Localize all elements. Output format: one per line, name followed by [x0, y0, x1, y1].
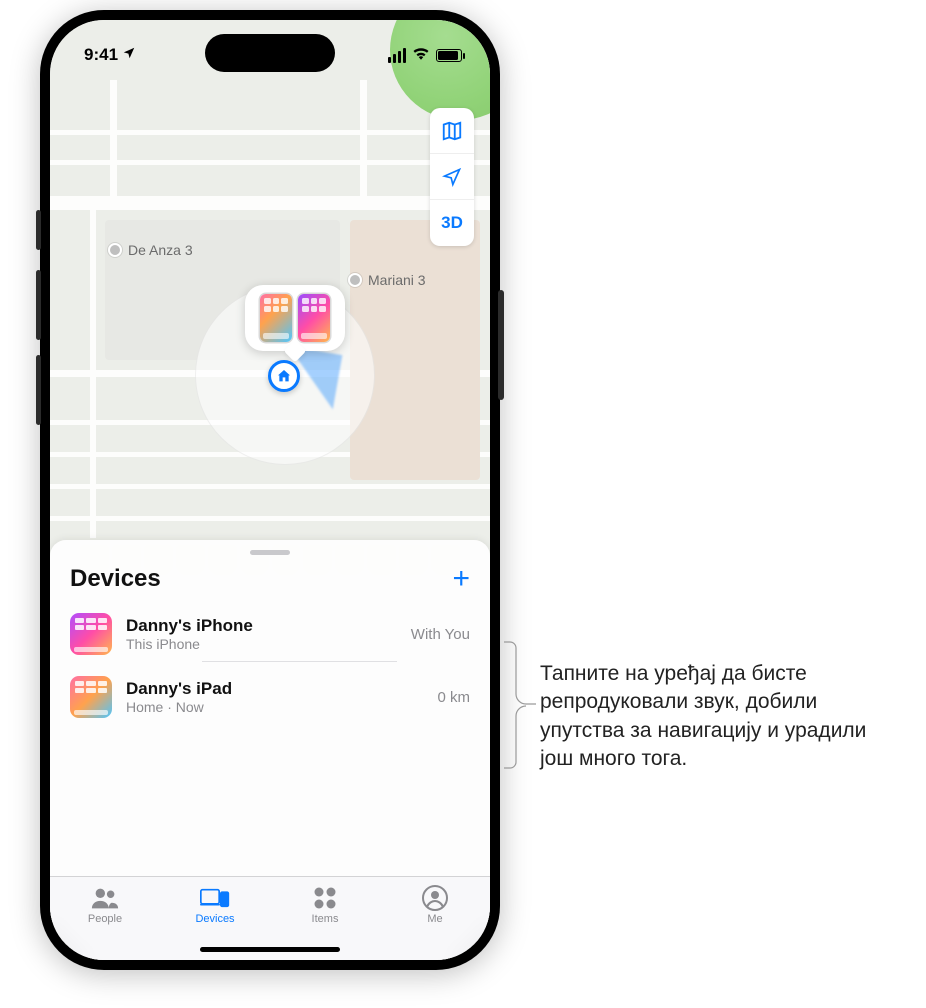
sheet-grabber[interactable]: [250, 550, 290, 555]
tab-label: Items: [312, 913, 339, 925]
device-name: Danny's iPhone: [126, 616, 397, 636]
device-row-iphone[interactable]: Danny's iPhone This iPhone With You: [50, 603, 490, 665]
me-icon: [420, 885, 450, 911]
device-name: Danny's iPad: [126, 679, 423, 699]
poi-dot-icon: [348, 273, 362, 287]
device-row-ipad[interactable]: Danny's iPad Home · Now 0 km: [50, 665, 490, 728]
tab-me[interactable]: Me: [390, 885, 480, 925]
map-poi-label-left: De Anza 3: [108, 242, 193, 258]
tab-label: Me: [427, 913, 442, 925]
devices-icon: [200, 885, 230, 911]
tab-people[interactable]: People: [60, 885, 150, 925]
items-icon: [310, 885, 340, 911]
sheet-title: Devices: [70, 565, 161, 593]
add-device-button[interactable]: +: [452, 569, 470, 589]
screen: 9:41: [50, 20, 490, 960]
home-icon: [276, 368, 292, 384]
mute-switch: [36, 210, 41, 250]
home-indicator[interactable]: [200, 947, 340, 952]
dynamic-island: [205, 34, 335, 72]
road: [90, 208, 96, 538]
road: [110, 80, 117, 200]
status-time: 9:41: [84, 45, 118, 65]
device-thumb-ipad-icon: [70, 676, 112, 718]
tab-label: People: [88, 913, 122, 925]
poi-text: Mariani 3: [368, 272, 426, 288]
volume-up-button: [36, 270, 41, 340]
side-button: [498, 290, 504, 400]
map-controls: 3D: [430, 108, 474, 246]
map-mode-button[interactable]: [430, 108, 474, 154]
tab-label: Devices: [195, 913, 234, 925]
location-services-icon: [122, 45, 136, 65]
device-subtitle: Home · Now: [126, 699, 423, 715]
cellular-signal-icon: [388, 48, 406, 63]
map-icon: [441, 120, 463, 142]
recenter-button[interactable]: [430, 154, 474, 200]
device-meta: 0 km: [437, 689, 470, 706]
wifi-icon: [412, 45, 430, 65]
map-device-cluster[interactable]: [245, 285, 345, 351]
poi-dot-icon: [108, 243, 122, 257]
device-thumb-iphone-icon: [70, 613, 112, 655]
tab-devices[interactable]: Devices: [170, 885, 260, 925]
map-poi-label-right: Mariani 3: [348, 272, 426, 288]
location-arrow-icon: [442, 167, 462, 187]
battery-icon: [436, 49, 462, 62]
people-icon: [90, 885, 120, 911]
road: [50, 516, 490, 521]
poi-text: De Anza 3: [128, 242, 193, 258]
home-location-pin[interactable]: [268, 360, 300, 392]
road: [50, 484, 490, 489]
device-subtitle: This iPhone: [126, 636, 397, 652]
callout-text: Тапните на уређај да бисте репродуковали…: [540, 660, 900, 773]
callout-bracket: [502, 640, 538, 770]
devices-sheet[interactable]: Devices + Danny's iPhone This iPhone W: [50, 540, 490, 960]
device-meta: With You: [411, 626, 470, 643]
3d-label: 3D: [441, 213, 463, 233]
map-device-ipad-icon: [260, 294, 292, 342]
phone-frame: 9:41: [40, 10, 500, 970]
map-device-iphone-icon: [298, 294, 330, 342]
volume-down-button: [36, 355, 41, 425]
3d-toggle-button[interactable]: 3D: [430, 200, 474, 246]
divider: [202, 661, 397, 662]
road: [360, 80, 367, 200]
tab-items[interactable]: Items: [280, 885, 370, 925]
